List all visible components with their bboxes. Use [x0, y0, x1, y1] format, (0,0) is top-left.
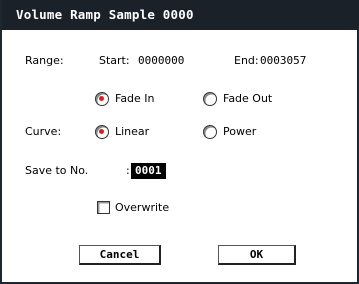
ok-button[interactable]: OK [218, 245, 296, 265]
range-end-value[interactable]: 0003057 [260, 54, 306, 68]
curve-label: Curve: [25, 125, 62, 138]
save-to-label: Save to No. [25, 164, 89, 177]
cancel-button[interactable]: Cancel [79, 245, 161, 265]
linear-radio[interactable] [95, 125, 109, 139]
overwrite-label[interactable]: Overwrite [115, 201, 169, 215]
fade-out-radio[interactable] [203, 92, 217, 106]
overwrite-checkbox[interactable] [97, 201, 110, 214]
fade-in-label[interactable]: Fade In [115, 92, 155, 106]
save-to-colon: : [126, 164, 130, 177]
range-start-value[interactable]: 0000000 [138, 54, 184, 68]
volume-ramp-dialog: Volume Ramp Sample 0000 Range: Start: 00… [0, 0, 359, 284]
dialog-title: Volume Ramp Sample 0000 [2, 0, 359, 30]
fade-in-radio[interactable] [95, 92, 109, 106]
save-to-number-field[interactable]: 0001 [131, 163, 166, 179]
power-label[interactable]: Power [223, 125, 256, 139]
range-end-label: End: [234, 54, 259, 67]
power-radio[interactable] [203, 125, 217, 139]
fade-out-label[interactable]: Fade Out [223, 92, 272, 106]
range-start-label: Start: [99, 54, 130, 67]
range-label: Range: [25, 54, 64, 67]
linear-label[interactable]: Linear [115, 125, 149, 139]
